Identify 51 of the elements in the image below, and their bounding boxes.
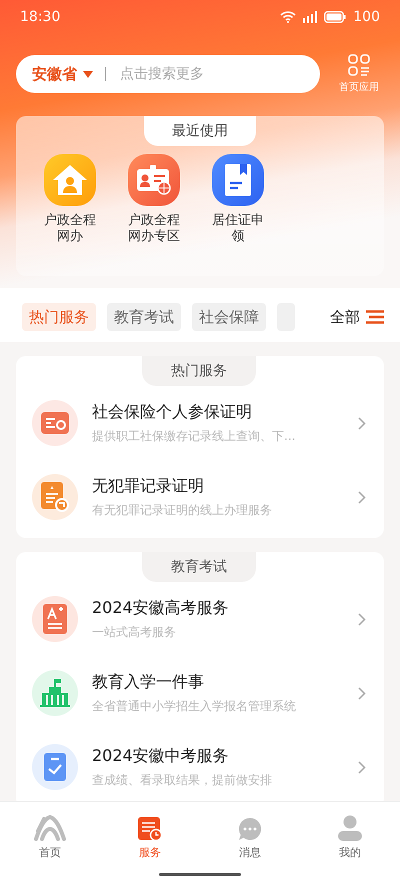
- wifi-icon: [280, 11, 296, 23]
- service-description: 查成绩、看录取结果，提前做安排: [92, 772, 273, 788]
- chevron-right-icon[interactable]: [358, 490, 366, 504]
- check-service-icon: [32, 744, 78, 790]
- tab-label[interactable]: 服务: [139, 845, 161, 860]
- grid-icon[interactable]: [348, 54, 370, 76]
- section-title: 教育考试: [142, 552, 256, 582]
- service-title[interactable]: 无犯罪记录证明: [92, 476, 344, 496]
- grade-service-icon: [32, 596, 78, 642]
- tab-label[interactable]: 首页: [39, 845, 61, 860]
- recent-title: 最近使用: [144, 116, 256, 146]
- service-title[interactable]: 2024安徽高考服务: [92, 598, 344, 618]
- arch-icon[interactable]: [34, 815, 66, 841]
- category-tab[interactable]: 社会保障: [192, 303, 266, 331]
- idcard-app-icon[interactable]: [128, 154, 180, 206]
- house-app-icon[interactable]: [44, 154, 96, 206]
- tab-label[interactable]: 消息: [239, 845, 261, 860]
- service-description: 提供职工社保缴存记录线上查询、下...: [92, 428, 296, 444]
- all-categories-link[interactable]: 全部: [330, 308, 360, 326]
- certificate-service-icon: [32, 474, 78, 520]
- book-app-icon[interactable]: [212, 154, 264, 206]
- document-clock-icon[interactable]: [138, 817, 162, 841]
- person-icon[interactable]: [338, 815, 362, 841]
- service-description: 一站式高考服务: [92, 624, 177, 640]
- recent-app-label[interactable]: 户政全程网办: [42, 213, 98, 245]
- service-title[interactable]: 教育入学一件事: [92, 672, 344, 692]
- service-title[interactable]: 2024安徽中考服务: [92, 746, 344, 766]
- category-tab[interactable]: 教育考试: [107, 303, 181, 331]
- chevron-right-icon[interactable]: [358, 686, 366, 700]
- caret-icon[interactable]: [83, 70, 93, 78]
- recent-app-label[interactable]: 居住证申领: [210, 213, 266, 245]
- region-selector[interactable]: 安徽省: [32, 64, 77, 84]
- service-description: 全省普通中小学招生入学报名管理系统: [92, 698, 297, 714]
- tab-label[interactable]: 我的: [339, 845, 361, 860]
- card-service-icon: [32, 400, 78, 446]
- service-title[interactable]: 社会保险个人参保证明: [92, 402, 344, 422]
- section-title: 热门服务: [142, 356, 256, 386]
- menu-icon[interactable]: [366, 310, 384, 324]
- clock-time: 18:30: [20, 9, 60, 25]
- battery-icon: [324, 11, 346, 23]
- chat-bubble-icon[interactable]: [238, 817, 262, 841]
- chevron-right-icon[interactable]: [358, 612, 366, 626]
- battery-level: 100: [353, 9, 380, 25]
- chevron-right-icon[interactable]: [358, 760, 366, 774]
- signal-icon: [303, 11, 318, 23]
- service-description: 有无犯罪记录证明的线上办理服务: [92, 502, 273, 518]
- chevron-right-icon[interactable]: [358, 416, 366, 430]
- category-tab[interactable]: 热门服务: [22, 303, 96, 331]
- search-field[interactable]: 安徽省 点击搜索更多: [16, 55, 320, 93]
- school-service-icon: [32, 670, 78, 716]
- recent-app-label[interactable]: 户政全程网办专区: [126, 213, 182, 245]
